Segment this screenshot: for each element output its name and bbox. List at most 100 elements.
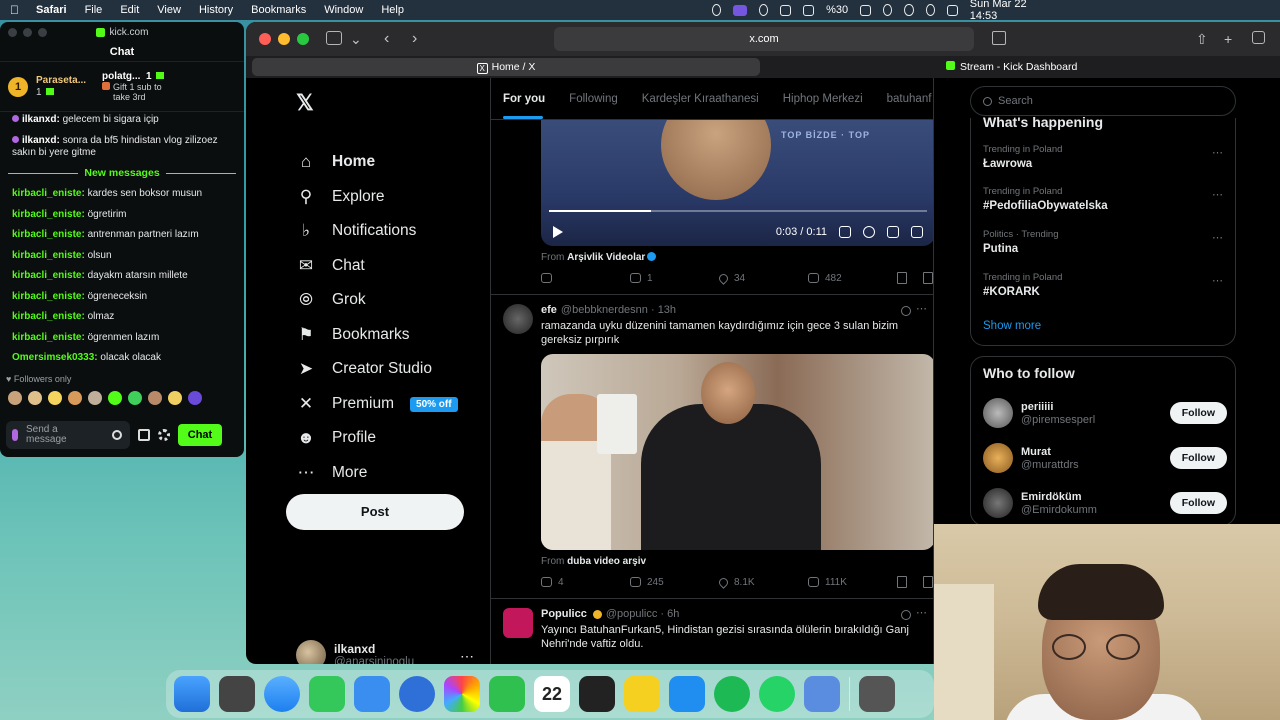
grok-icon[interactable] (901, 610, 911, 620)
chat-username[interactable]: kirbacli_eniste: (12, 311, 85, 322)
views-button[interactable]: 482 (808, 272, 897, 284)
nav-profile[interactable]: ☻ Profile (296, 426, 376, 450)
app-store-icon[interactable] (399, 676, 435, 712)
tweet-video[interactable] (541, 354, 933, 550)
search-input[interactable]: Search (970, 86, 1236, 116)
menu-history[interactable]: History (199, 4, 233, 16)
share-icon[interactable] (923, 576, 933, 588)
emote-icon[interactable] (168, 391, 182, 405)
tab-for-you[interactable]: For you (503, 93, 545, 105)
follow-button[interactable]: Follow (1169, 402, 1227, 424)
bookmark-icon[interactable] (897, 272, 907, 284)
gear-icon[interactable] (158, 429, 170, 441)
repost-button[interactable]: 245 (630, 576, 719, 588)
trend-item[interactable]: Trending in Poland #KORARK ⋯ (983, 272, 1223, 298)
menu-app-name[interactable]: Safari (36, 4, 67, 16)
more-dots-icon[interactable]: ⋯ (916, 302, 927, 315)
spotlight-icon[interactable] (904, 4, 914, 16)
tab-kick-dashboard[interactable]: Stream - Kick Dashboard (946, 58, 1246, 76)
views-button[interactable]: 111K (808, 576, 897, 588)
close-button[interactable] (259, 33, 271, 45)
screen-share-icon[interactable] (733, 4, 748, 16)
calendar-icon[interactable]: 22 (534, 676, 570, 712)
post-button[interactable]: Post (286, 494, 464, 530)
nav-grok[interactable]: ⦾ Grok (296, 288, 365, 312)
chat-username[interactable]: kirbacli_eniste: (12, 229, 85, 240)
menu-edit[interactable]: Edit (120, 4, 139, 16)
tweet-author[interactable]: Populicc (541, 608, 587, 620)
fullscreen-icon[interactable] (911, 226, 923, 238)
source-name[interactable]: duba video arşiv (567, 556, 646, 567)
menu-view[interactable]: View (157, 4, 181, 16)
chat-username[interactable]: kirbacli_eniste: (12, 291, 85, 302)
more-dots-icon[interactable]: ⋯ (1212, 188, 1223, 201)
launchpad-icon[interactable] (219, 676, 255, 712)
spotify-icon[interactable] (714, 676, 750, 712)
like-button[interactable]: 34 (717, 271, 808, 285)
grok-icon[interactable] (901, 306, 911, 316)
display-icon[interactable] (803, 4, 815, 16)
emote-icon[interactable] (68, 391, 82, 405)
tab-kardesler[interactable]: Kardeşler Kıraathanesi (642, 93, 759, 105)
like-button[interactable]: 8.1K (717, 575, 808, 589)
follow-suggestion[interactable]: periiiii @piremsesperl Follow (983, 397, 1227, 429)
back-icon[interactable]: ‹ (384, 31, 389, 47)
more-dots-icon[interactable]: ⋯ (1212, 231, 1223, 244)
sidebar-toggle-icon[interactable] (326, 31, 342, 45)
nav-explore[interactable]: ⚲ Explore (296, 185, 385, 209)
messages-icon[interactable] (309, 676, 345, 712)
zoom-dot[interactable] (38, 28, 47, 37)
reminders-icon[interactable] (579, 676, 615, 712)
share-icon[interactable] (923, 272, 933, 284)
account-switcher[interactable]: ilkanxd @anarsininoglu (296, 640, 414, 664)
chat-username[interactable]: Omersimsek0333: (12, 352, 98, 363)
follow-suggestion[interactable]: Emirdöküm @Emirdokumm Follow (983, 487, 1227, 519)
x-logo-icon[interactable]: 𝕏 (296, 90, 314, 116)
nav-home[interactable]: ⌂ Home (296, 150, 375, 174)
pip-icon[interactable] (887, 226, 899, 238)
store-icon[interactable] (138, 429, 150, 441)
whatsapp-icon[interactable] (759, 676, 795, 712)
play-icon[interactable] (759, 4, 769, 16)
minimize-button[interactable] (278, 33, 290, 45)
chat-username[interactable]: kirbacli_eniste: (12, 250, 85, 261)
show-more-link[interactable]: Show more (983, 320, 1041, 332)
emote-icon[interactable] (128, 391, 142, 405)
chat-username[interactable]: kirbacli_eniste: (12, 188, 85, 199)
zoom-button[interactable] (297, 33, 309, 45)
chat-input[interactable]: Send a message (6, 421, 130, 449)
bookmark-icon[interactable] (897, 576, 907, 588)
chat-username[interactable]: kirbacli_eniste: (12, 270, 85, 281)
user-icon[interactable] (925, 4, 935, 16)
chevron-down-icon[interactable]: ⌄ (350, 32, 362, 46)
emote-icon[interactable] (188, 391, 202, 405)
forward-icon[interactable]: › (412, 31, 417, 47)
mail-icon[interactable] (354, 676, 390, 712)
follow-button[interactable]: Follow (1169, 447, 1227, 469)
leader-1[interactable]: Paraseta... 1 (36, 75, 86, 99)
reply-button[interactable] (541, 272, 630, 284)
tab-home-x[interactable]: X Home / X (252, 58, 760, 76)
chat-username[interactable]: kirbacli_eniste: (12, 332, 85, 343)
nav-more[interactable]: ⋯ More (296, 461, 368, 485)
menu-window[interactable]: Window (324, 4, 363, 16)
chat-username[interactable]: ilkanxd: (22, 114, 60, 125)
apple-icon[interactable]:  (10, 4, 22, 16)
notes-icon[interactable] (624, 676, 660, 712)
preview-icon[interactable] (804, 676, 840, 712)
new-tab-icon[interactable]: + (1224, 32, 1232, 46)
chat-username[interactable]: kirbacli_eniste: (12, 209, 85, 220)
trend-item[interactable]: Trending in Poland Ławrowa ⋯ (983, 144, 1223, 170)
safari-icon[interactable] (264, 676, 300, 712)
reply-button[interactable]: 4 (541, 576, 630, 588)
wifi-icon[interactable] (882, 4, 893, 16)
volume-icon[interactable] (839, 226, 851, 238)
more-dots-icon[interactable]: ⋯ (1212, 274, 1223, 287)
nav-chat[interactable]: ✉ Chat (296, 254, 365, 278)
chat-username[interactable]: ilkanxd: (22, 135, 60, 146)
chat-send-button[interactable]: Chat (178, 424, 222, 446)
follow-button[interactable]: Follow (1169, 492, 1227, 514)
status-icon[interactable] (712, 4, 722, 16)
emote-icon[interactable] (8, 391, 22, 405)
tweet-author[interactable]: efe (541, 304, 557, 316)
